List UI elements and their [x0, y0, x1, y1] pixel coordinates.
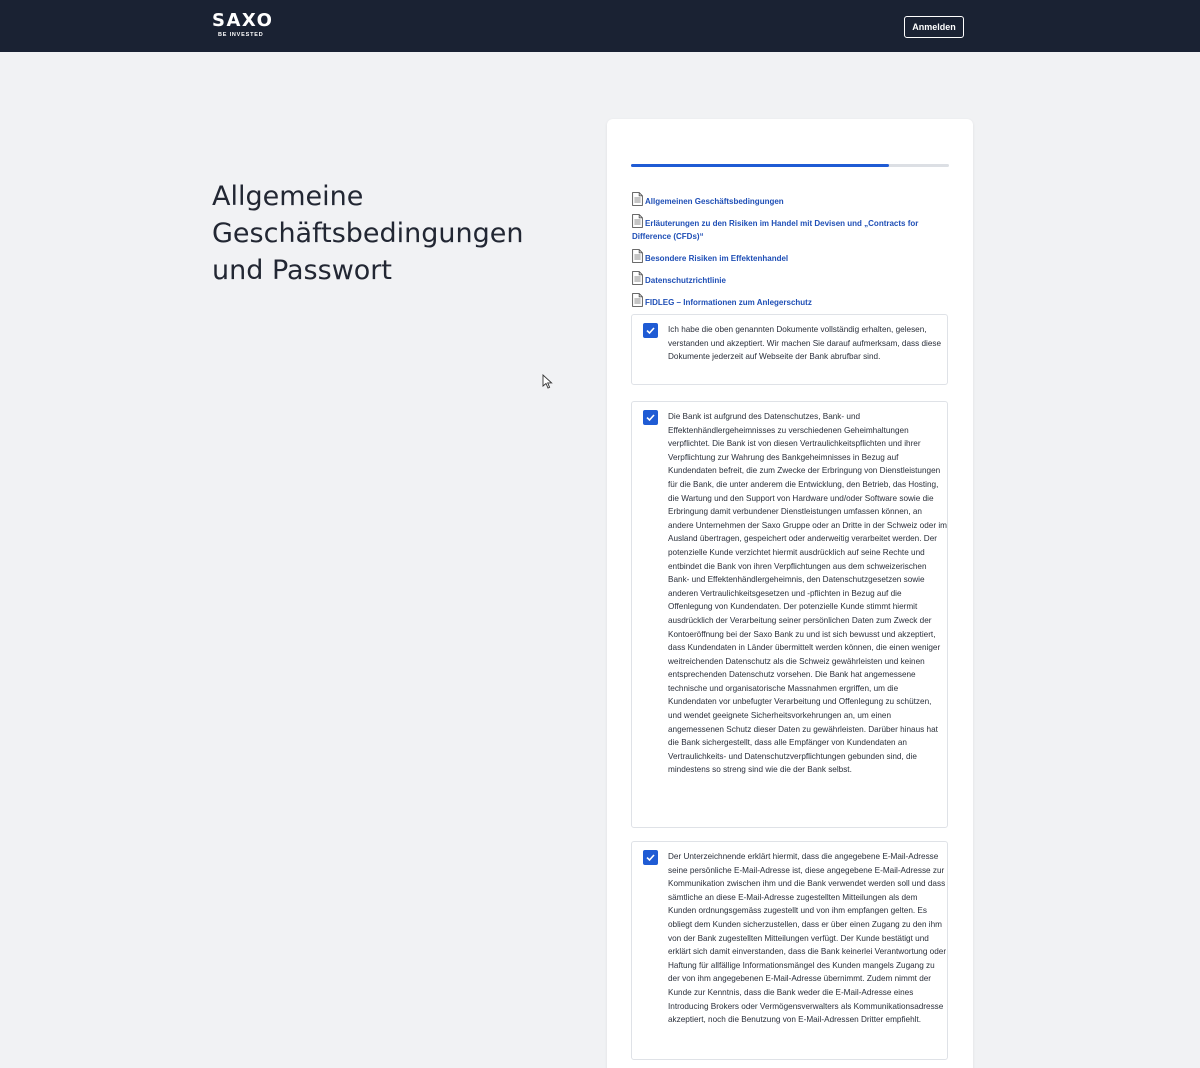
checkmark-icon	[646, 414, 655, 422]
document-icon	[632, 192, 643, 206]
document-link-fidleg[interactable]: FIDLEG – Informationen zum Anlegerschutz	[632, 293, 950, 309]
progress-bar	[631, 164, 949, 167]
document-link-label: Datenschutzrichtlinie	[645, 276, 726, 285]
document-link-list: Allgemeinen Geschäftsbedingungen Erläute…	[632, 192, 950, 315]
saxo-logo[interactable]: SAXO BE INVESTED	[212, 10, 274, 39]
progress-bar-fill	[631, 164, 889, 167]
logo-wordmark: SAXO	[212, 10, 274, 31]
document-link-label: Allgemeinen Geschäftsbedingungen	[645, 197, 784, 206]
checkmark-icon	[646, 327, 655, 335]
consent-checkbox[interactable]	[643, 410, 658, 425]
logo-tagline: BE INVESTED	[218, 32, 264, 38]
login-button[interactable]: Anmelden	[904, 16, 964, 38]
consent-text: Der Unterzeichnende erklärt hiermit, das…	[668, 852, 947, 1025]
document-icon	[632, 214, 643, 228]
consent-data-protection[interactable]: Die Bank ist aufgrund des Datenschutzes,…	[631, 401, 948, 828]
document-link-privacy-policy[interactable]: Datenschutzrichtlinie	[632, 271, 950, 287]
checkmark-icon	[646, 854, 655, 862]
consent-checkbox[interactable]	[643, 323, 658, 338]
document-icon	[632, 249, 643, 263]
document-icon	[632, 271, 643, 285]
document-link-label: Besondere Risiken im Effektenhandel	[645, 254, 789, 263]
document-link-securities-risks[interactable]: Besondere Risiken im Effektenhandel	[632, 249, 950, 265]
consent-checkbox[interactable]	[643, 850, 658, 865]
document-link-label: FIDLEG – Informationen zum Anlegerschutz	[645, 298, 812, 307]
document-link-general-terms[interactable]: Allgemeinen Geschäftsbedingungen	[632, 192, 950, 208]
consent-documents-received[interactable]: Ich habe die oben genannten Dokumente vo…	[631, 314, 948, 385]
consent-email-communication[interactable]: Der Unterzeichnende erklärt hiermit, das…	[631, 841, 948, 1060]
page-title: Allgemeine Geschäftsbedingungen und Pass…	[212, 181, 524, 286]
consent-text: Ich habe die oben genannten Dokumente vo…	[668, 325, 942, 362]
document-link-label: Erläuterungen zu den Risiken im Handel m…	[632, 219, 919, 241]
terms-form-card: Allgemeinen Geschäftsbedingungen Erläute…	[607, 119, 973, 1068]
consent-text: Die Bank ist aufgrund des Datenschutzes,…	[668, 412, 947, 775]
document-link-fx-cfd-risks[interactable]: Erläuterungen zu den Risiken im Handel m…	[632, 214, 950, 243]
document-icon	[632, 293, 643, 307]
mouse-pointer-icon	[542, 374, 553, 389]
top-navigation-bar: SAXO BE INVESTED Anmelden	[0, 0, 1200, 52]
